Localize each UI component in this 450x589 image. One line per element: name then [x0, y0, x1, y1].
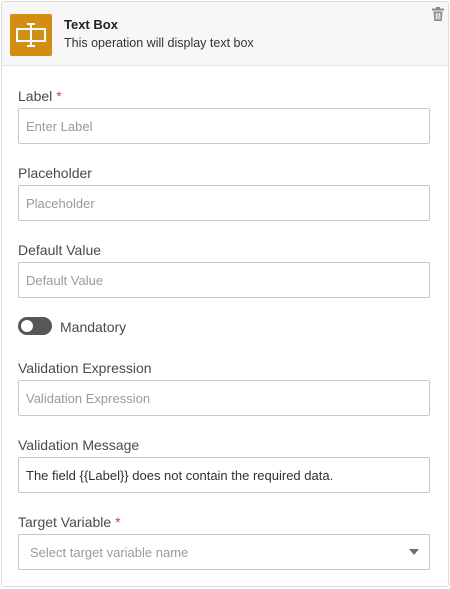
- mandatory-toggle[interactable]: [18, 317, 52, 335]
- toggle-knob: [21, 320, 33, 332]
- target-variable-field-label: Target Variable *: [18, 514, 121, 530]
- validation-expression-field-label: Validation Expression: [18, 360, 152, 376]
- required-marker: *: [115, 514, 121, 530]
- trash-icon[interactable]: [432, 7, 444, 21]
- target-variable-select[interactable]: Select target variable name: [18, 534, 430, 570]
- validation-message-field-label: Validation Message: [18, 437, 140, 453]
- target-variable-text: Target Variable: [18, 514, 112, 530]
- mandatory-label: Mandatory: [60, 319, 127, 335]
- default-value-field-label: Default Value: [18, 242, 102, 258]
- required-marker: *: [56, 88, 62, 104]
- default-value-input[interactable]: [18, 262, 430, 298]
- label-input[interactable]: [18, 108, 430, 144]
- placeholder-input[interactable]: [18, 185, 430, 221]
- operation-title: Text Box: [64, 17, 118, 32]
- validation-expression-input[interactable]: [18, 380, 430, 416]
- target-variable-placeholder: Select target variable name: [30, 545, 189, 560]
- label-text: Label: [18, 88, 53, 104]
- operation-description: This operation will display text box: [64, 36, 254, 50]
- label-field-label: Label *: [18, 88, 62, 104]
- placeholder-field-label: Placeholder: [18, 165, 92, 181]
- text-box-icon: [10, 14, 52, 56]
- card-header: Text Box This operation will display tex…: [2, 2, 448, 66]
- validation-message-input[interactable]: [18, 457, 430, 493]
- chevron-down-icon: [409, 549, 419, 555]
